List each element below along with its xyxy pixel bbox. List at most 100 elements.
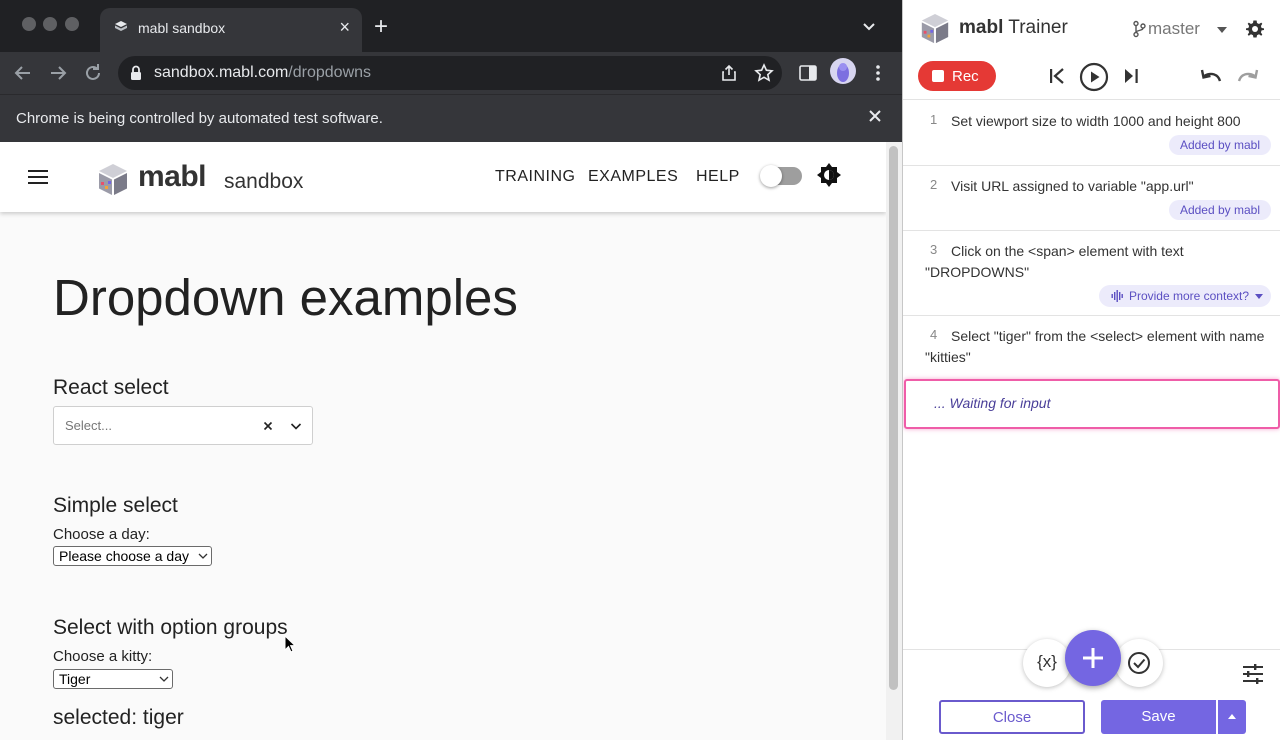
- dark-mode-toggle[interactable]: [760, 165, 802, 187]
- close-button[interactable]: Close: [939, 700, 1085, 734]
- waveform-icon: [1111, 290, 1123, 302]
- group-select-heading: Select with option groups: [53, 616, 288, 639]
- trainer-title-brand: mabl: [959, 17, 1004, 38]
- tab-close-icon[interactable]: ×: [339, 17, 350, 37]
- browser-tab[interactable]: mabl sandbox ×: [100, 8, 362, 52]
- chrome-menu-icon[interactable]: [868, 62, 888, 84]
- url-host: sandbox.mabl.com: [154, 64, 289, 81]
- branch-dropdown-icon[interactable]: [1217, 26, 1227, 34]
- context-dropdown-icon: [1255, 294, 1263, 299]
- play-icon[interactable]: [1079, 62, 1109, 92]
- window-maximize-dot[interactable]: [65, 17, 79, 31]
- mabl-trainer-panel: mabl Trainer master Rec 1 Set viewport s…: [902, 0, 1280, 740]
- page-title: Dropdown examples: [53, 269, 518, 326]
- nav-help[interactable]: HELP: [696, 168, 740, 186]
- window-close-dot[interactable]: [22, 17, 36, 31]
- avatar-icon: [837, 63, 849, 82]
- chrome-window: mabl sandbox × + sandbox.mabl.com/dropdo…: [0, 0, 902, 740]
- added-by-mabl-badge: Added by mabl: [1168, 200, 1271, 220]
- clear-x-icon[interactable]: [261, 419, 275, 433]
- react-select-input[interactable]: Select...: [53, 406, 313, 445]
- window-minimize-dot[interactable]: [43, 17, 57, 31]
- browser-toolbar: sandbox.mabl.com/dropdowns: [0, 52, 902, 94]
- step-text: Set viewport size to width 1000 and heig…: [951, 113, 1241, 129]
- step-text: Click on the <span> element with text "D…: [925, 243, 1184, 280]
- site-brand-sub[interactable]: sandbox: [224, 170, 303, 194]
- step-text: Visit URL assigned to variable "app.url": [951, 178, 1194, 194]
- reload-icon[interactable]: [80, 60, 106, 86]
- automation-infobar: Chrome is being controlled by automated …: [0, 94, 902, 142]
- side-panel-icon[interactable]: [798, 63, 818, 83]
- tab-title: mabl sandbox: [138, 20, 226, 36]
- mouse-cursor-icon: [284, 635, 297, 653]
- back-arrow-icon[interactable]: [10, 60, 36, 86]
- scrollbar-thumb[interactable]: [889, 146, 898, 690]
- react-select-heading: React select: [53, 376, 169, 399]
- tune-settings-icon[interactable]: [1242, 663, 1264, 685]
- trainer-footer: {x} Close Save: [903, 630, 1280, 740]
- forward-arrow-icon[interactable]: [45, 60, 71, 86]
- day-select[interactable]: Please choose a day: [53, 546, 212, 566]
- waiting-text: ... Waiting for input: [934, 395, 1051, 411]
- kitty-select-value: Tiger: [59, 671, 91, 687]
- site-header: mabl sandbox TRAINING EXAMPLES HELP: [0, 142, 886, 212]
- assertion-button[interactable]: [1115, 639, 1163, 687]
- page-scrollbar[interactable]: [886, 142, 902, 740]
- provide-context-button[interactable]: Provide more context?: [1098, 285, 1271, 307]
- step-text: Select "tiger" from the <select> element…: [925, 328, 1265, 365]
- gear-icon[interactable]: [1245, 19, 1265, 39]
- select-chevron-icon: [198, 553, 208, 559]
- trainer-title: mabl Trainer: [959, 17, 1068, 39]
- mabl-logo-icon: [921, 13, 949, 44]
- add-step-button[interactable]: [1065, 630, 1121, 686]
- react-select-placeholder: Select...: [65, 418, 112, 433]
- redo-icon[interactable]: [1236, 64, 1260, 88]
- trainer-title-rest: Trainer: [1008, 17, 1068, 38]
- url-text: sandbox.mabl.com/dropdowns: [154, 64, 371, 82]
- profile-avatar[interactable]: [830, 58, 856, 84]
- step-1[interactable]: 1 Set viewport size to width 1000 and he…: [903, 101, 1280, 166]
- step-4[interactable]: 4 Select "tiger" from the <select> eleme…: [903, 316, 1280, 379]
- skip-to-start-icon[interactable]: [1045, 64, 1069, 88]
- branch-selector[interactable]: master: [1148, 19, 1200, 39]
- save-button[interactable]: Save: [1101, 700, 1216, 734]
- nav-training[interactable]: TRAINING: [495, 168, 575, 186]
- save-options-button[interactable]: [1218, 700, 1246, 734]
- mabl-favicon-icon: [115, 21, 127, 31]
- step-3[interactable]: 3 Click on the <span> element with text …: [903, 231, 1280, 316]
- hamburger-menu-icon[interactable]: [28, 169, 48, 185]
- new-tab-icon[interactable]: +: [374, 14, 388, 40]
- chevron-down-icon[interactable]: [289, 419, 303, 433]
- address-bar[interactable]: sandbox.mabl.com/dropdowns: [118, 56, 782, 90]
- toggle-knob: [760, 165, 782, 187]
- nav-examples[interactable]: EXAMPLES: [588, 168, 678, 186]
- day-select-value: Please choose a day: [59, 548, 189, 564]
- step-2[interactable]: 2 Visit URL assigned to variable "app.ur…: [903, 166, 1280, 231]
- lock-icon: [131, 65, 141, 80]
- provide-context-label: Provide more context?: [1128, 289, 1249, 303]
- infobar-message: Chrome is being controlled by automated …: [16, 110, 383, 127]
- simple-select-heading: Simple select: [53, 494, 178, 517]
- added-by-mabl-badge: Added by mabl: [1168, 135, 1271, 155]
- skip-to-end-icon[interactable]: [1119, 64, 1143, 88]
- record-button[interactable]: Rec: [918, 61, 996, 91]
- selected-value-text: selected: tiger: [53, 706, 184, 729]
- brightness-icon[interactable]: [816, 162, 842, 188]
- variables-button[interactable]: {x}: [1023, 639, 1071, 687]
- undo-icon[interactable]: [1199, 64, 1223, 88]
- page-viewport: mabl sandbox TRAINING EXAMPLES HELP Drop…: [0, 142, 902, 740]
- mabl-logo-icon: [99, 164, 127, 195]
- git-branch-icon: [1133, 20, 1146, 38]
- variables-icon: {x}: [1037, 652, 1057, 671]
- waiting-for-input-step: ... Waiting for input: [904, 379, 1280, 429]
- choose-day-label: Choose a day:: [53, 526, 150, 543]
- check-circle-icon: [1128, 652, 1150, 674]
- infobar-close-icon[interactable]: [866, 107, 884, 125]
- kitty-select[interactable]: Tiger: [53, 669, 173, 689]
- trainer-header: mabl Trainer master Rec: [903, 0, 1280, 100]
- screen: mabl sandbox × + sandbox.mabl.com/dropdo…: [0, 0, 1280, 740]
- site-brand[interactable]: mabl: [138, 160, 207, 194]
- bookmark-star-icon[interactable]: [754, 63, 774, 83]
- tab-search-chevron-icon[interactable]: [860, 18, 878, 36]
- share-icon[interactable]: [720, 64, 738, 82]
